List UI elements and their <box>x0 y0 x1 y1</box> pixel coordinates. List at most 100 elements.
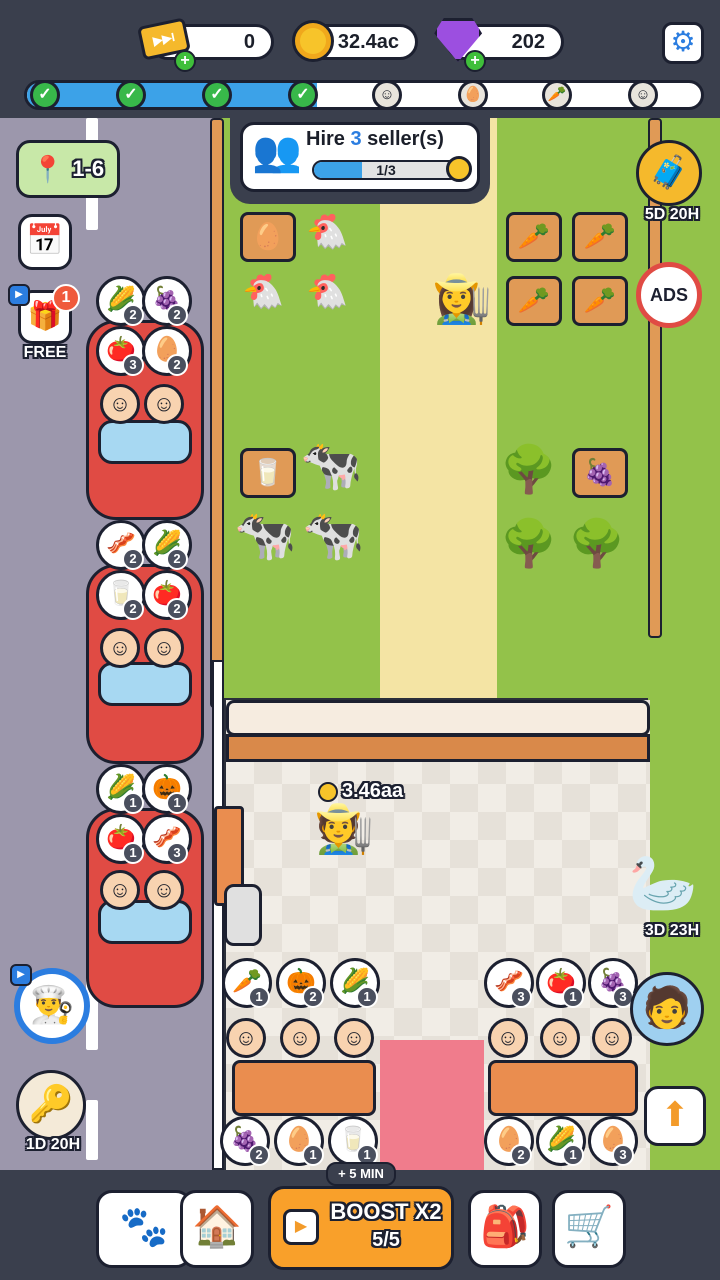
chicken-icon[interactable]: 🐔 <box>306 272 348 312</box>
milk-crate[interactable]: 🥛 <box>240 448 296 498</box>
farmer-worker-icon: 👩‍🌾 <box>432 273 492 326</box>
stock-count: 1 <box>302 1144 324 1166</box>
order-count: 1 <box>166 792 188 814</box>
map-pin-icon: 📍 <box>31 153 65 184</box>
milestone-check-icon: ✓ <box>30 80 60 110</box>
order-count: 2 <box>166 598 188 620</box>
milestone-check-icon: ✓ <box>202 80 232 110</box>
store-back-wall-bricks <box>226 734 650 762</box>
checkout-counter-left[interactable] <box>232 1060 376 1116</box>
raspberry-bush-icon[interactable]: 🌳 <box>568 516 625 571</box>
coin-icon <box>318 781 338 802</box>
upgrade-button[interactable]: ⬆ <box>644 1086 706 1146</box>
store-back-wall-top <box>226 700 650 736</box>
order-count: 1 <box>248 986 270 1008</box>
chicken-icon[interactable]: 🐔 <box>242 272 284 312</box>
key-timer: 1D 20H <box>25 1136 81 1153</box>
golden-key-icon: 🔑 <box>28 1083 74 1124</box>
stock-count: 1 <box>562 1144 584 1166</box>
hire-title: Hire 3 seller(s) <box>306 128 444 151</box>
raspberry-crate[interactable]: 🍇 <box>572 448 628 498</box>
up-arrow-icon: ⬆ <box>660 1096 690 1134</box>
sellers-group-icon: 👥 <box>252 130 302 174</box>
eggs-crate[interactable]: 🥚 <box>240 212 296 262</box>
boost-label: BOOST X2 <box>330 1199 442 1224</box>
manager-avatar-icon: 🧑 <box>642 986 692 1030</box>
settings-gear-icon[interactable]: ⚙ <box>662 22 704 64</box>
order-count: 1 <box>356 986 378 1008</box>
hanger-event-button[interactable]: 🧳 <box>636 140 702 206</box>
goose-event-icon[interactable]: 🦢 <box>628 850 698 916</box>
golden-key-button[interactable]: 🔑 <box>16 1070 86 1140</box>
hire-progress-bar: 1/3 <box>312 160 460 180</box>
no-ads-button[interactable]: ADS <box>636 262 702 328</box>
shop-button[interactable]: 🛒 <box>552 1190 626 1268</box>
add-gems-button[interactable]: + <box>464 50 486 72</box>
farm-field-left <box>218 118 380 698</box>
order-count: 1 <box>562 986 584 1008</box>
order-count: 2 <box>302 986 324 1008</box>
backpack-icon: 🎒 <box>480 1205 530 1249</box>
house-icon: 🏠 <box>192 1205 242 1249</box>
calendar-button[interactable]: 📅 <box>18 214 72 270</box>
customer-icon: ☺ <box>334 1018 374 1058</box>
checkout-counter-right[interactable] <box>488 1060 638 1116</box>
customer-icon: ☺ <box>540 1018 580 1058</box>
customer-icon: ☺ <box>100 628 140 668</box>
sidewalk-wall <box>212 660 224 1170</box>
coin-icon <box>446 156 472 182</box>
chicken-icon[interactable]: 🐔 <box>306 212 348 252</box>
customer-icon: ☺ <box>280 1018 320 1058</box>
customer-icon: ☺ <box>488 1018 528 1058</box>
manager-avatar-button[interactable]: 🧑 <box>630 972 704 1046</box>
chef-avatar-icon: 👨‍🍳 <box>29 984 75 1025</box>
calendar-icon: 📅 <box>26 224 64 257</box>
order-count: 3 <box>122 354 144 376</box>
cow-icon[interactable]: 🐄 <box>300 436 362 495</box>
carrot-crate[interactable]: 🥕 <box>572 212 628 262</box>
tv-ad-icon: ▶ <box>283 1209 319 1245</box>
customer-icon: ☺ <box>592 1018 632 1058</box>
milestone-eggs-icon: 🥚 <box>458 80 488 110</box>
carrot-bed[interactable]: 🥕 <box>506 212 562 262</box>
farmhouse-button[interactable]: 🏠 <box>180 1190 254 1268</box>
shopping-cart-icon: 🛒 <box>564 1205 614 1249</box>
hanger-timer: 5D 20H <box>644 206 700 223</box>
car-windshield <box>98 420 192 464</box>
coins-value: 32.4ac <box>337 30 399 53</box>
customer-icon: ☺ <box>100 384 140 424</box>
stock-count: 2 <box>248 1144 270 1166</box>
backpack-button[interactable]: 🎒 <box>468 1190 542 1268</box>
cow-icon[interactable]: 🐄 <box>302 506 364 565</box>
milestone-carrot-icon: 🥕 <box>542 80 572 110</box>
cow-icon[interactable]: 🐄 <box>234 506 296 565</box>
carrot-bed[interactable]: 🥕 <box>572 276 628 326</box>
hire-title-number: 3 <box>350 128 362 150</box>
video-ad-icon: ▶ <box>10 964 32 986</box>
fence-left <box>210 118 224 708</box>
order-count: 2 <box>122 598 144 620</box>
order-count: 3 <box>510 986 532 1008</box>
customer-icon: ☺ <box>100 870 140 910</box>
order-count: 1 <box>122 842 144 864</box>
order-count: 2 <box>122 304 144 326</box>
customer-icon: ☺ <box>226 1018 266 1058</box>
hanger-icon: 🧳 <box>649 154 689 190</box>
level-progress-fill <box>27 83 317 107</box>
paw-icon: 🐾 <box>119 1205 169 1249</box>
raspberry-bush-icon[interactable]: 🌳 <box>500 516 557 571</box>
boost-button[interactable]: ▶ BOOST X2 5/5 <box>268 1186 454 1270</box>
customer-icon: ☺ <box>144 870 184 910</box>
location-button[interactable]: 📍 1-6 <box>16 140 120 198</box>
store-entrance-carpet <box>380 1040 484 1170</box>
add-tickets-button[interactable]: + <box>174 50 196 72</box>
video-ad-icon: ▶ <box>8 284 30 306</box>
order-count: 2 <box>122 548 144 570</box>
no-ads-label: ADS <box>649 284 688 305</box>
order-count: 2 <box>166 354 188 376</box>
seller-worker-icon[interactable]: 🧑‍🌾 <box>314 800 374 857</box>
carrot-bed[interactable]: 🥕 <box>506 276 562 326</box>
pets-button[interactable]: 🐾 <box>96 1190 192 1268</box>
order-count: 1 <box>122 792 144 814</box>
raspberry-bush-icon[interactable]: 🌳 <box>500 442 557 497</box>
